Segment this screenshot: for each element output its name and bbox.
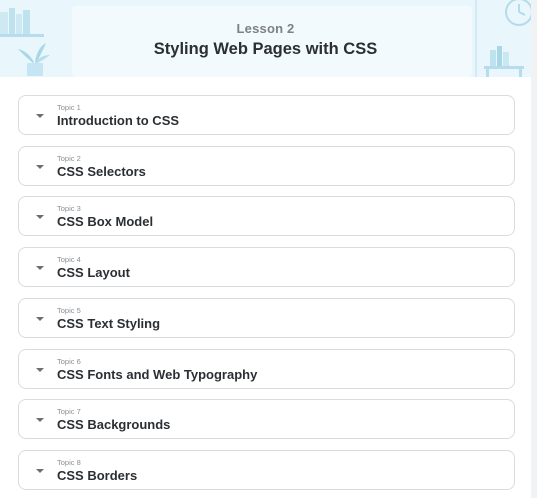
caret-down-icon: [36, 316, 44, 321]
lesson-header-banner: Lesson 2 Styling Web Pages with CSS: [0, 0, 531, 77]
topic-number: Topic 8: [57, 457, 81, 467]
topic-item-3[interactable]: Topic 3 CSS Box Model: [18, 196, 515, 237]
topic-item-6[interactable]: Topic 6 CSS Fonts and Web Typography: [18, 348, 515, 389]
lesson-page: Lesson 2 Styling Web Pages with CSS Topi…: [0, 0, 537, 498]
caret-down-icon: [36, 164, 44, 169]
clock-books-illustration: [470, 0, 531, 77]
topic-title: CSS Box Model: [57, 214, 154, 230]
caret-down-icon: [36, 367, 44, 372]
topic-item-4[interactable]: Topic 4 CSS Layout: [18, 247, 515, 288]
topic-number: Topic 1: [57, 103, 81, 112]
topic-title: CSS Backgrounds: [57, 417, 171, 433]
topic-number: Topic 6: [57, 356, 81, 366]
topic-number: Topic 2: [57, 153, 81, 163]
topic-item-2[interactable]: Topic 2 CSS Selectors: [18, 145, 515, 186]
topic-title: CSS Selectors: [57, 163, 146, 179]
topic-number: Topic 3: [57, 204, 81, 214]
bookshelf-plant-illustration: [0, 0, 70, 77]
caret-down-icon: [36, 418, 44, 423]
topic-title: CSS Layout: [57, 265, 130, 281]
caret-down-icon: [36, 215, 44, 220]
topic-title: CSS Text Styling: [57, 315, 161, 331]
topic-item-8[interactable]: Topic 8 CSS Borders: [18, 449, 515, 490]
scroll-rail[interactable]: [531, 0, 537, 498]
caret-down-icon: [36, 468, 44, 473]
caret-down-icon: [36, 114, 44, 118]
topic-number: Topic 7: [57, 407, 81, 417]
topic-title: Introduction to CSS: [57, 113, 180, 128]
topic-title: CSS Fonts and Web Typography: [57, 366, 258, 382]
topic-number: Topic 4: [57, 255, 81, 265]
topic-title: CSS Borders: [57, 467, 138, 483]
topic-number: Topic 5: [57, 305, 81, 315]
topic-item-7[interactable]: Topic 7 CSS Backgrounds: [18, 399, 515, 440]
caret-down-icon: [36, 266, 44, 271]
lesson-title: Styling Web Pages with CSS: [153, 40, 378, 58]
topic-item-5[interactable]: Topic 5 CSS Text Styling: [18, 297, 515, 338]
topic-item-1[interactable]: Topic 1 Introduction to CSS: [18, 95, 515, 135]
lesson-number-label: Lesson 2: [236, 21, 295, 36]
